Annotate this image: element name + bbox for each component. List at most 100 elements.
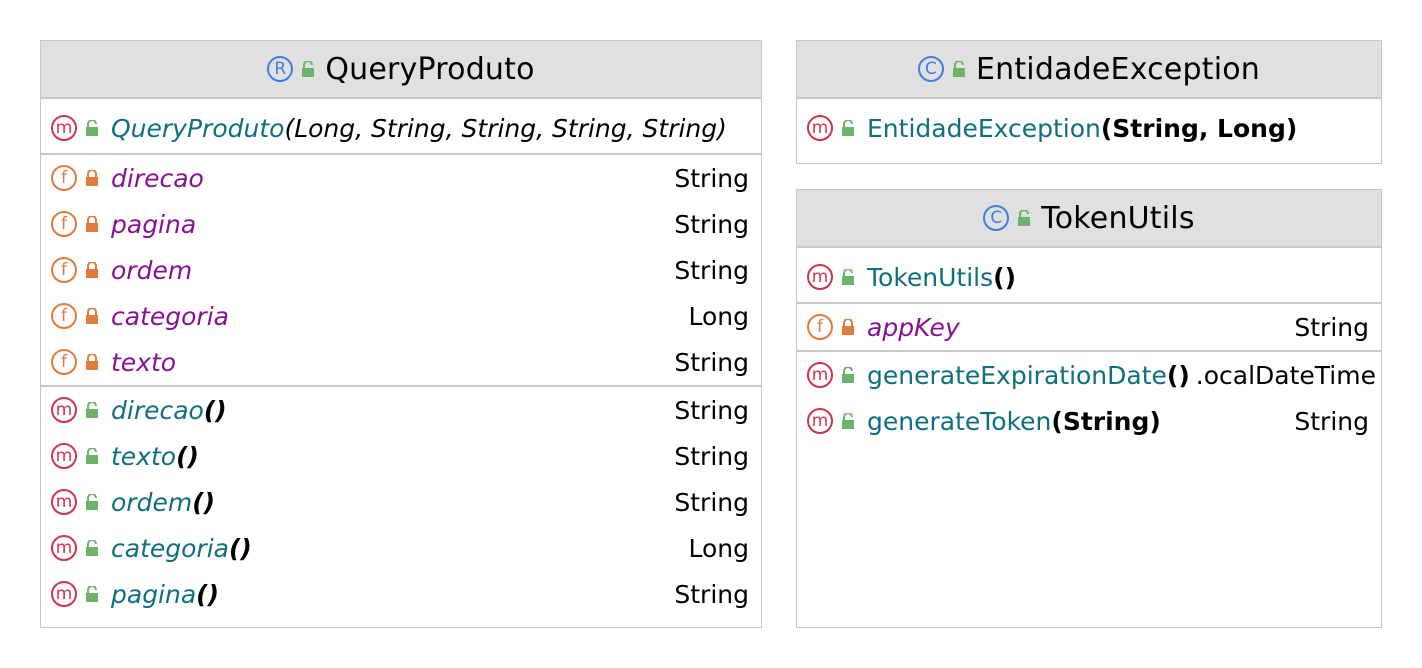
class-header: R QueryProduto — [41, 41, 761, 99]
class-title: QueryProduto — [325, 51, 535, 87]
method-icon: m — [807, 362, 833, 388]
constructor-name: TokenUtils — [867, 262, 994, 292]
field-icon: f — [51, 165, 77, 191]
constructors-section: m TokenUtils () — [797, 248, 1381, 304]
method-return-type: String — [1294, 406, 1369, 436]
constructor-params: (Long, String, String, String, String) — [284, 113, 727, 143]
fields-section: f appKey String — [797, 304, 1381, 352]
class-box-queryproduto[interactable]: R QueryProduto m QueryProduto (Long, Str… — [40, 40, 762, 628]
public-visibility-icon — [85, 585, 99, 603]
method-row[interactable]: m generateExpirationDate () .ocalDateTim… — [797, 352, 1381, 398]
class-title: EntidadeException — [975, 51, 1261, 87]
public-visibility-icon — [841, 412, 855, 430]
class-icon: C — [917, 56, 944, 82]
constructor-row[interactable]: m QueryProduto (Long, String, String, St… — [41, 105, 761, 151]
method-row[interactable]: m generateToken (String) String — [797, 398, 1381, 444]
field-row[interactable]: f direcao String — [41, 155, 761, 201]
fields-section: f direcao String f pagina String f ordem… — [41, 155, 761, 387]
method-params: () — [228, 533, 252, 563]
method-name: texto — [111, 441, 177, 471]
field-icon: f — [51, 349, 77, 375]
method-params: () — [196, 579, 220, 609]
method-icon: m — [807, 264, 833, 290]
private-visibility-icon — [85, 215, 99, 233]
private-visibility-icon — [85, 261, 99, 279]
method-return-type: String — [674, 487, 749, 517]
method-return-type: String — [674, 395, 749, 425]
method-icon: m — [51, 489, 77, 515]
private-visibility-icon — [85, 169, 99, 187]
public-visibility-icon — [85, 401, 99, 419]
field-type: String — [674, 163, 749, 193]
private-visibility-icon — [841, 318, 855, 336]
private-visibility-icon — [85, 307, 99, 325]
method-icon: m — [51, 397, 77, 423]
public-visibility-icon — [1017, 209, 1032, 227]
field-name: direcao — [111, 163, 204, 193]
method-row[interactable]: m pagina () String — [41, 571, 761, 617]
private-visibility-icon — [85, 353, 99, 371]
method-icon: m — [51, 443, 77, 469]
public-visibility-icon — [841, 268, 855, 286]
class-title: TokenUtils — [1041, 200, 1195, 236]
field-row[interactable]: f pagina String — [41, 201, 761, 247]
field-row[interactable]: f appKey String — [797, 304, 1381, 350]
field-name: categoria — [111, 301, 229, 331]
method-return-type: String — [674, 579, 749, 609]
field-row[interactable]: f categoria Long — [41, 293, 761, 339]
constructor-params: (String, Long) — [1100, 113, 1298, 143]
method-params: () — [176, 441, 199, 471]
field-icon: f — [51, 211, 77, 237]
method-name: generateToken — [867, 406, 1052, 436]
constructors-section: m QueryProduto (Long, String, String, St… — [41, 99, 761, 155]
methods-section: m generateExpirationDate () .ocalDateTim… — [797, 352, 1381, 444]
method-row[interactable]: m ordem () String — [41, 479, 761, 525]
field-icon: f — [51, 257, 77, 283]
method-return-type: .ocalDateTime — [1195, 360, 1376, 390]
field-name: texto — [111, 347, 177, 377]
method-name: generateExpirationDate — [867, 360, 1167, 390]
method-icon: m — [807, 408, 833, 434]
method-params: () — [192, 487, 216, 517]
constructors-section: m EntidadeException (String, Long) — [797, 99, 1381, 151]
constructor-row[interactable]: m EntidadeException (String, Long) — [797, 105, 1381, 151]
method-name: direcao — [111, 395, 204, 425]
field-type: String — [674, 209, 749, 239]
record-icon: R — [267, 56, 294, 82]
field-icon: f — [51, 303, 77, 329]
field-type: Long — [688, 301, 750, 331]
method-row[interactable]: m categoria () Long — [41, 525, 761, 571]
method-row[interactable]: m texto () String — [41, 433, 761, 479]
public-visibility-icon — [85, 539, 99, 557]
class-header: C TokenUtils — [797, 190, 1381, 248]
public-visibility-icon — [301, 60, 316, 78]
field-type: String — [674, 255, 749, 285]
constructor-name: EntidadeException — [867, 113, 1101, 143]
method-name: pagina — [111, 579, 197, 609]
public-visibility-icon — [85, 493, 99, 511]
public-visibility-icon — [951, 60, 966, 78]
method-name: categoria — [111, 533, 229, 563]
class-header: C EntidadeException — [797, 41, 1381, 99]
class-box-entidadeexception[interactable]: C EntidadeException m EntidadeException … — [796, 40, 1382, 164]
method-icon: m — [51, 115, 77, 141]
field-row[interactable]: f texto String — [41, 339, 761, 385]
class-icon: C — [983, 205, 1010, 231]
field-row[interactable]: f ordem String — [41, 247, 761, 293]
field-name: ordem — [111, 255, 193, 285]
constructor-row[interactable]: m TokenUtils () — [797, 254, 1381, 300]
method-return-type: String — [674, 441, 749, 471]
method-name: ordem — [111, 487, 193, 517]
method-return-type: Long — [688, 533, 750, 563]
public-visibility-icon — [841, 119, 855, 137]
field-type: String — [674, 347, 749, 377]
method-params: (String) — [1051, 406, 1161, 436]
constructor-params: () — [993, 262, 1017, 292]
class-box-tokenutils[interactable]: C TokenUtils m TokenUtils () f appKey St… — [796, 189, 1382, 628]
field-type: String — [1294, 312, 1369, 342]
public-visibility-icon — [85, 447, 99, 465]
field-name: appKey — [867, 312, 960, 342]
method-row[interactable]: m direcao () String — [41, 387, 761, 433]
method-icon: m — [51, 581, 77, 607]
field-icon: f — [807, 314, 833, 340]
